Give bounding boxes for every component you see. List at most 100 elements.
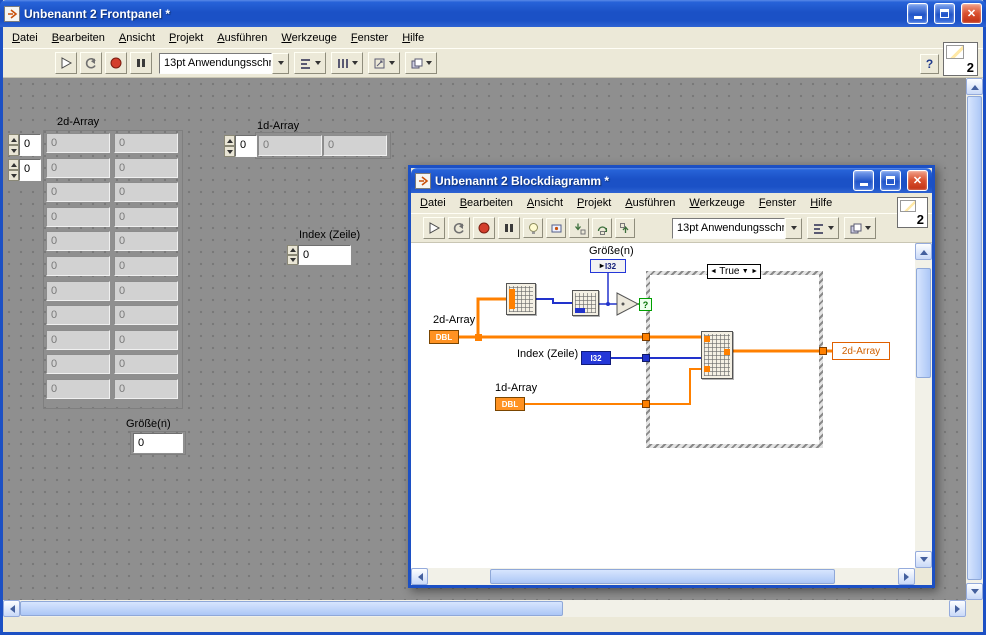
font-selector-dropdown-button[interactable] <box>272 52 289 74</box>
array-2d-element[interactable]: 0 <box>114 157 178 178</box>
array-2d-element[interactable]: 0 <box>114 182 178 203</box>
blockdiagram-horizontal-scrollbar[interactable] <box>411 568 915 585</box>
groesse-label[interactable]: Größe(n) <box>589 245 634 257</box>
case-structure[interactable] <box>646 271 823 448</box>
array-size-function-icon[interactable] <box>506 283 536 315</box>
scroll-down-button[interactable] <box>915 551 932 568</box>
array-2d-element[interactable]: 0 <box>114 378 178 399</box>
array-2d-row-index[interactable]: 0 <box>8 134 41 156</box>
array-2d-element[interactable]: 0 <box>46 305 110 326</box>
array-2d-element[interactable]: 0 <box>114 305 178 326</box>
menu-item-hilfe[interactable]: Hilfe <box>803 194 839 212</box>
font-selector-dropdown-button[interactable] <box>785 217 802 239</box>
index-zeile-control[interactable]: 0 <box>287 245 351 265</box>
scroll-up-button[interactable] <box>915 243 932 260</box>
case-prev-arrow-icon[interactable]: ◄ <box>710 268 717 275</box>
run-continuously-button[interactable] <box>448 217 470 239</box>
step-into-button[interactable] <box>569 218 589 238</box>
array-2d-element[interactable]: 0 <box>46 255 110 276</box>
array-2d-element[interactable]: 0 <box>46 378 110 399</box>
replace-array-subset-function-icon[interactable] <box>701 331 733 379</box>
help-button[interactable]: ? <box>920 54 939 74</box>
blockdiagram-canvas[interactable]: ◄ True ▼ ► ? Größe(n) ▸ I32 2d-Array DBL… <box>411 243 915 568</box>
array-2d-dbl-terminal[interactable]: DBL <box>429 330 459 344</box>
index-zeile-label[interactable]: Index (Zeile) <box>299 229 360 241</box>
array-1d-label[interactable]: 1d-Array <box>257 120 299 132</box>
array-2d-element[interactable]: 0 <box>46 182 110 203</box>
scroll-track[interactable] <box>20 600 949 617</box>
tunnel-1d-array-in[interactable] <box>642 400 650 408</box>
array-1d-element[interactable]: 0 <box>258 135 322 156</box>
tunnel-2d-array-in[interactable] <box>642 333 650 341</box>
close-button[interactable]: ✕ <box>961 3 982 24</box>
case-next-arrow-icon[interactable]: ► <box>751 268 758 275</box>
font-selector[interactable]: 13pt Anwendungsschriftart <box>159 52 289 74</box>
scroll-track[interactable] <box>966 95 983 583</box>
array-2d-element[interactable]: 0 <box>114 280 178 301</box>
frontpanel-horizontal-scrollbar[interactable] <box>3 600 966 617</box>
menu-item-datei[interactable]: Datei <box>413 194 453 212</box>
menu-item-bearbeiten[interactable]: Bearbeiten <box>45 29 112 47</box>
align-objects-dropdown[interactable] <box>294 52 326 74</box>
scroll-thumb[interactable] <box>20 601 563 616</box>
array-2d-element[interactable]: 0 <box>114 354 178 375</box>
array-1d-terminal-label[interactable]: 1d-Array <box>495 382 538 394</box>
case-selector-terminal[interactable]: ? <box>639 298 652 311</box>
index-zeile-value[interactable]: 0 <box>298 245 351 265</box>
increment-decrement-icon[interactable] <box>8 134 19 156</box>
scroll-right-button[interactable] <box>949 600 966 617</box>
menu-item-ausfuehren[interactable]: Ausführen <box>618 194 682 212</box>
array-1d-index-value[interactable]: 0 <box>235 135 257 157</box>
index-array-function-icon[interactable] <box>572 290 599 316</box>
array-2d-col-index-value[interactable]: 0 <box>19 159 41 181</box>
case-selector-value[interactable]: True <box>719 266 739 277</box>
array-2d-element[interactable]: 0 <box>46 280 110 301</box>
maximize-button[interactable] <box>934 3 955 24</box>
menu-item-projekt[interactable]: Projekt <box>162 29 210 47</box>
retain-wire-values-button[interactable] <box>546 218 566 238</box>
font-selector[interactable]: 13pt Anwendungsschriftart <box>672 217 802 239</box>
menu-item-bearbeiten[interactable]: Bearbeiten <box>453 194 520 212</box>
menu-item-werkzeuge[interactable]: Werkzeuge <box>274 29 343 47</box>
align-objects-dropdown[interactable] <box>807 217 839 239</box>
scroll-track[interactable] <box>915 260 932 551</box>
scroll-left-button[interactable] <box>411 568 428 585</box>
scroll-up-button[interactable] <box>966 78 983 95</box>
scroll-thumb[interactable] <box>916 268 931 378</box>
array-2d-row-index-value[interactable]: 0 <box>19 134 41 156</box>
frontpanel-titlebar[interactable]: Unbenannt 2 Frontpanel * ✕ <box>0 0 986 27</box>
highlight-execution-button[interactable] <box>523 218 543 238</box>
reorder-objects-dropdown[interactable] <box>405 52 437 74</box>
blockdiagram-titlebar[interactable]: Unbenannt 2 Blockdiagramm * ✕ <box>411 168 932 193</box>
menu-item-werkzeuge[interactable]: Werkzeuge <box>682 194 751 212</box>
blockdiagram-vertical-scrollbar[interactable] <box>915 243 932 568</box>
scroll-left-button[interactable] <box>3 600 20 617</box>
groesse-label[interactable]: Größe(n) <box>126 418 171 430</box>
tunnel-2d-array-out[interactable] <box>819 347 827 355</box>
menu-item-datei[interactable]: Datei <box>5 29 45 47</box>
scroll-thumb[interactable] <box>967 96 982 580</box>
scroll-down-button[interactable] <box>966 583 983 600</box>
array-2d-label[interactable]: 2d-Array <box>57 116 99 128</box>
groesse-value[interactable]: 0 <box>133 433 183 453</box>
array-2d-element[interactable]: 0 <box>114 206 178 227</box>
run-button[interactable] <box>55 52 77 74</box>
frontpanel-canvas[interactable]: 2d-Array 0 0 0 0 0 0 0 0 0 0 0 0 0 0 0 0… <box>3 78 966 600</box>
array-2d-element[interactable]: 0 <box>46 354 110 375</box>
groesse-i32-terminal[interactable]: ▸ I32 <box>590 259 626 273</box>
array-2d-col-index[interactable]: 0 <box>8 159 41 181</box>
step-over-button[interactable] <box>592 218 612 238</box>
distribute-objects-dropdown[interactable] <box>331 52 363 74</box>
array-1d-index[interactable]: 0 <box>224 135 257 157</box>
vi-icon-badge[interactable]: 2 <box>943 42 978 76</box>
increment-decrement-icon[interactable] <box>224 135 235 157</box>
increment-decrement-icon[interactable] <box>287 245 298 265</box>
abort-button[interactable] <box>105 52 127 74</box>
array-2d-terminal-label[interactable]: 2d-Array <box>433 314 476 326</box>
array-2d-element[interactable]: 0 <box>114 133 178 153</box>
scroll-thumb[interactable] <box>490 569 835 584</box>
array-2d-element[interactable]: 0 <box>46 206 110 227</box>
array-2d-element[interactable]: 0 <box>46 231 110 252</box>
array-2d-element[interactable]: 0 <box>114 329 178 350</box>
minimize-button[interactable] <box>907 3 928 24</box>
